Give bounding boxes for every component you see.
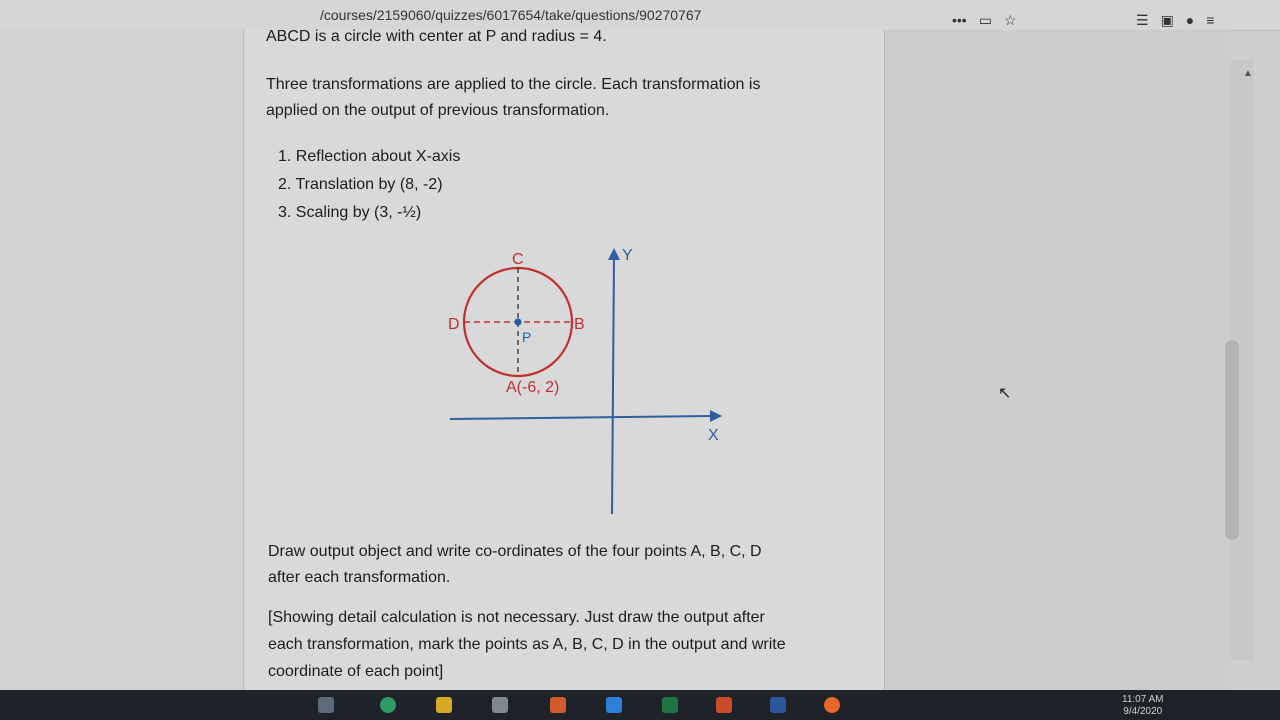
right-pane [884,30,1231,690]
question-transform-desc-1: Three transformations are applied to the… [266,76,761,93]
task-line-1: Draw output object and write co-ordinate… [268,543,762,560]
circle-diagram: C D B P A(-6, 2) Y X [448,247,722,515]
note-line-1: [Showing detail calculation is not neces… [268,609,765,626]
toolbar-icons: ☰ ▣ ● ≡ [1136,12,1214,29]
library-icon[interactable]: ☰ [1136,12,1149,29]
transform-step-1: 1. Reflection about X-axis [278,148,461,165]
axis-label-x: X [708,427,719,444]
note-line-3: coordinate of each point] [268,663,444,680]
mail-icon[interactable] [606,697,622,713]
label-c: C [512,251,524,268]
axis-label-y: Y [622,247,633,264]
office-icon[interactable] [550,697,566,713]
address-bar[interactable]: /courses/2159060/quizzes/6017654/take/qu… [320,7,701,23]
task-view-icon[interactable] [318,697,334,713]
task-line-2: after each transformation. [268,569,451,586]
hamburger-icon[interactable]: ≡ [1206,12,1214,29]
page-actions: ••• ▭ ☆ [952,12,1017,29]
label-d: D [448,316,460,333]
firefox-icon[interactable] [824,697,840,713]
transform-step-3: 3. Scaling by (3, -½) [278,204,422,221]
transform-step-2: 2. Translation by (8, -2) [278,176,443,193]
account-icon[interactable]: ● [1186,12,1194,29]
windows-taskbar [0,690,1280,720]
page-left-gutter [0,30,244,720]
clock-time: 11:07 AM [1122,694,1164,705]
excel-icon[interactable] [662,697,678,713]
mouse-cursor-icon: ↖ [998,385,1012,402]
sidebar-icon[interactable]: ▣ [1161,12,1174,29]
word-icon[interactable] [770,697,786,713]
transform-list: 1. Reflection about X-axis 2. Translatio… [278,143,460,227]
overflow-menu-icon[interactable]: ••• [952,12,967,29]
scrollbar-thumb[interactable] [1225,340,1239,540]
question-transform-desc-2: applied on the output of previous transf… [266,102,610,119]
clock-date: 9/4/2020 [1123,706,1163,717]
question-intro: ABCD is a circle with center at P and ra… [266,28,607,45]
file-explorer-icon[interactable] [436,697,452,713]
note-line-2: each transformation, mark the points as … [268,636,786,653]
browser-toolbar: /courses/2159060/quizzes/6017654/take/qu… [0,0,1280,31]
system-clock[interactable]: 11:07 AM 9/4/2020 [1122,694,1164,718]
x-axis [449,415,713,420]
star-icon[interactable]: ☆ [1004,12,1017,29]
y-axis [611,257,615,515]
edge-icon[interactable] [380,697,396,713]
pocket-icon[interactable]: ▭ [979,12,992,29]
label-b: B [574,316,585,333]
scroll-up-icon[interactable]: ▲ [1243,68,1253,79]
store-icon[interactable] [492,697,508,713]
center-point-p [514,318,522,326]
x-axis-arrow [710,410,722,422]
y-axis-arrow [608,248,620,260]
label-p: P [522,329,531,345]
label-a: A(-6, 2) [506,379,559,396]
powerpoint-icon[interactable] [716,697,732,713]
